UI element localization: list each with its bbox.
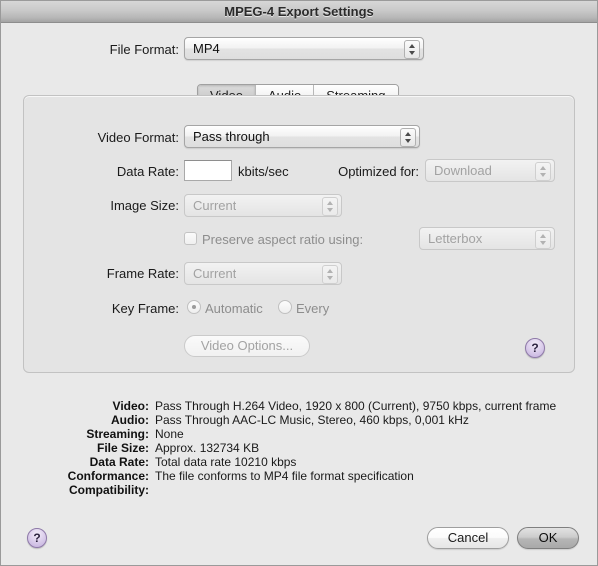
optimized-for-value: Download xyxy=(434,163,492,178)
data-rate-input[interactable] xyxy=(184,160,232,181)
data-rate-units-label: kbits/sec xyxy=(238,164,289,179)
file-format-popup[interactable]: MP4 xyxy=(184,37,424,60)
key-frame-automatic-radio[interactable] xyxy=(187,300,201,314)
summary-row-file-size: File Size: Approx. 132734 KB xyxy=(1,441,598,455)
key-frame-every-radio[interactable] xyxy=(278,300,292,314)
video-options-button[interactable]: Video Options... xyxy=(184,335,310,357)
updown-arrows-icon xyxy=(322,197,338,216)
ok-button[interactable]: OK xyxy=(517,527,579,549)
summary-row-data-rate: Data Rate: Total data rate 10210 kbps xyxy=(1,455,598,469)
summary-key: Streaming: xyxy=(86,427,149,441)
summary-key: Compatibility: xyxy=(69,483,149,497)
data-rate-label: Data Rate: xyxy=(116,164,179,179)
mpeg4-export-settings-dialog: MPEG-4 Export Settings File Format: MP4 … xyxy=(0,0,598,566)
frame-rate-popup[interactable]: Current xyxy=(184,262,342,285)
dialog-help-button[interactable]: ? xyxy=(27,528,47,548)
summary-row-video: Video: Pass Through H.264 Video, 1920 x … xyxy=(1,399,598,413)
file-format-label: File Format: xyxy=(109,42,179,57)
video-format-value: Pass through xyxy=(193,129,270,144)
key-frame-label: Key Frame: xyxy=(111,301,179,316)
image-size-value: Current xyxy=(193,198,237,213)
file-format-value: MP4 xyxy=(193,41,220,56)
panel-help-button[interactable]: ? xyxy=(525,338,545,358)
frame-rate-label: Frame Rate: xyxy=(106,266,179,281)
updown-arrows-icon xyxy=(535,162,551,181)
summary-row-audio: Audio: Pass Through AAC-LC Music, Stereo… xyxy=(1,413,598,427)
updown-arrows-icon xyxy=(322,265,338,284)
summary-value: Pass Through H.264 Video, 1920 x 800 (Cu… xyxy=(155,399,557,413)
optimized-for-label: Optimized for: xyxy=(338,164,419,179)
video-format-label: Video Format: xyxy=(97,130,179,145)
summary-row-conformance: Conformance: The file conforms to MP4 fi… xyxy=(1,469,598,483)
cancel-button[interactable]: Cancel xyxy=(427,527,509,549)
image-size-label: Image Size: xyxy=(110,198,179,213)
key-frame-every-label: Every xyxy=(296,301,330,316)
summary-key: Data Rate: xyxy=(89,455,149,469)
summary-value: Approx. 132734 KB xyxy=(155,441,260,455)
summary-row-streaming: Streaming: None xyxy=(1,427,598,441)
updown-arrows-icon xyxy=(535,230,551,249)
summary-row-compatibility: Compatibility: xyxy=(1,483,598,497)
summary-value: The file conforms to MP4 file format spe… xyxy=(155,469,414,483)
optimized-for-popup[interactable]: Download xyxy=(425,159,555,182)
summary-list: Video: Pass Through H.264 Video, 1920 x … xyxy=(1,399,598,497)
preserve-aspect-ratio-checkbox[interactable] xyxy=(184,232,197,245)
summary-value: None xyxy=(155,427,184,441)
title-bar: MPEG-4 Export Settings xyxy=(1,1,597,23)
summary-key: Conformance: xyxy=(67,469,149,483)
summary-key: Video: xyxy=(112,399,149,413)
summary-key: Audio: xyxy=(111,413,149,427)
video-format-popup[interactable]: Pass through xyxy=(184,125,420,148)
window-title: MPEG-4 Export Settings xyxy=(224,4,374,19)
image-size-popup[interactable]: Current xyxy=(184,194,342,217)
aspect-ratio-mode-popup[interactable]: Letterbox xyxy=(419,227,555,250)
aspect-ratio-mode-value: Letterbox xyxy=(428,231,483,246)
frame-rate-value: Current xyxy=(193,266,237,281)
updown-arrows-icon xyxy=(400,128,416,147)
summary-value: Pass Through AAC-LC Music, Stereo, 460 k… xyxy=(155,413,469,427)
summary-key: File Size: xyxy=(96,441,149,455)
summary-value: Total data rate 10210 kbps xyxy=(155,455,297,469)
updown-arrows-icon xyxy=(404,40,420,59)
preserve-aspect-ratio-label: Preserve aspect ratio using: xyxy=(202,232,364,247)
